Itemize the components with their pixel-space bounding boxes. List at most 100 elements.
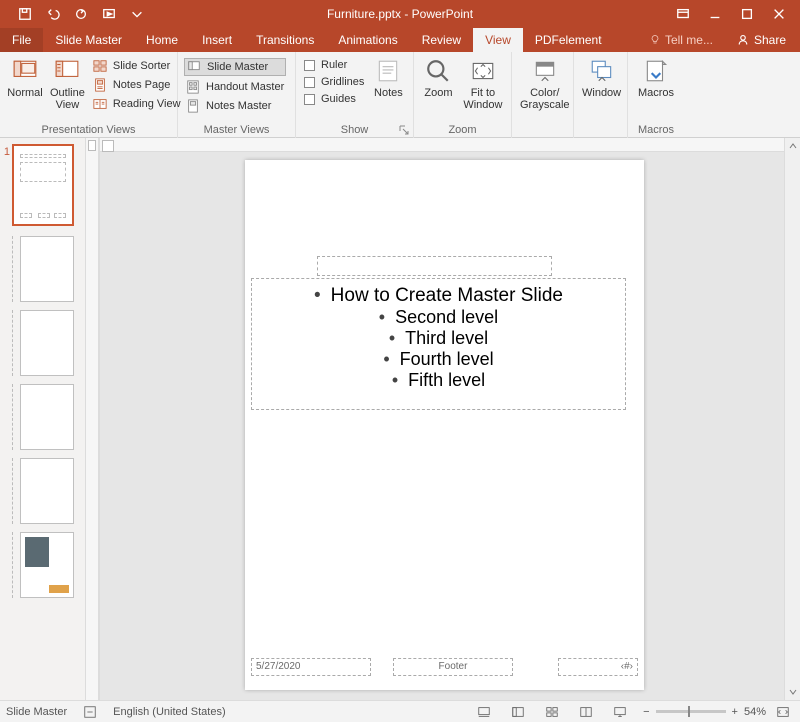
status-bar: Slide Master English (United States) − +… <box>0 700 800 722</box>
share-button[interactable]: Share <box>725 28 800 52</box>
ribbon-options-icon[interactable] <box>676 7 690 21</box>
slide-master-label: Slide Master <box>207 61 268 73</box>
tab-home[interactable]: Home <box>134 28 190 52</box>
tell-me[interactable]: Tell me... <box>637 28 725 52</box>
notes-master-button[interactable]: Notes Master <box>184 98 286 114</box>
tab-file[interactable]: File <box>0 28 43 52</box>
gridlines-checkbox[interactable] <box>304 77 315 88</box>
notes-page-label: Notes Page <box>113 79 170 91</box>
color-grayscale-button[interactable]: Color/ Grayscale <box>518 56 572 113</box>
group-macros: Macros Macros <box>628 52 684 138</box>
tab-review[interactable]: Review <box>410 28 473 52</box>
tab-slide-master[interactable]: Slide Master <box>43 28 134 52</box>
qat-customize-icon[interactable] <box>130 7 144 21</box>
gridlines-label: Gridlines <box>321 76 364 88</box>
zoom-control: − + 54% <box>643 704 794 720</box>
slide-number-placeholder[interactable]: ‹#› <box>558 658 638 676</box>
guides-toggle[interactable]: Guides <box>302 92 366 106</box>
layout-thumbnail-4[interactable] <box>20 458 81 524</box>
guides-checkbox[interactable] <box>304 94 315 105</box>
zoom-button[interactable]: Zoom <box>420 56 457 101</box>
show-dialog-launcher-icon[interactable] <box>399 125 409 135</box>
save-icon[interactable] <box>18 7 32 21</box>
undo-icon[interactable] <box>46 7 60 21</box>
handout-master-button[interactable]: Handout Master <box>184 79 286 95</box>
window-button[interactable]: Window <box>580 56 623 101</box>
minimize-icon[interactable] <box>708 7 722 21</box>
slide-master-button[interactable]: Slide Master <box>184 58 286 76</box>
zoom-out-icon[interactable]: − <box>643 706 649 718</box>
group-zoom: Zoom Fit to Window Zoom <box>414 52 512 138</box>
workspace: 1 <box>0 138 800 700</box>
thumbnail-pane: 1 <box>0 138 100 700</box>
notes-page-button[interactable]: Notes Page <box>91 77 183 93</box>
normal-view-status-icon[interactable] <box>507 704 529 720</box>
footer-placeholder[interactable]: Footer <box>393 658 513 676</box>
reading-view-status-icon[interactable] <box>575 704 597 720</box>
master-thumbnail[interactable]: 1 <box>2 144 81 226</box>
tab-view[interactable]: View <box>473 28 523 52</box>
vertical-scrollbar[interactable] <box>784 138 800 700</box>
color-label: Color/ Grayscale <box>520 87 570 111</box>
scroll-down-icon[interactable] <box>785 684 800 700</box>
quick-access-toolbar <box>0 0 144 28</box>
ruler-toggle[interactable]: Ruler <box>302 58 366 72</box>
master-index: 1 <box>2 144 10 158</box>
zoom-in-icon[interactable]: + <box>732 706 738 718</box>
slide-master-preview[interactable]: How to Create Master Slide Second level … <box>245 160 644 690</box>
fit-label: Fit to Window <box>463 87 503 111</box>
layout-thumbnail-1[interactable] <box>20 236 81 302</box>
ruler-checkbox[interactable] <box>304 60 315 71</box>
layout-thumbnail-3[interactable] <box>20 384 81 450</box>
group-color-grayscale: Color/ Grayscale <box>512 52 574 138</box>
notes-toggle-icon[interactable] <box>473 704 495 720</box>
notes-button[interactable]: Notes <box>370 56 406 101</box>
handout-master-label: Handout Master <box>206 81 284 93</box>
zoom-slider[interactable] <box>656 710 726 713</box>
status-view-label: Slide Master <box>6 706 67 718</box>
macros-bigbtn-label: Macros <box>638 87 674 99</box>
start-from-beginning-icon[interactable] <box>102 7 116 21</box>
reading-view-button[interactable]: Reading View <box>91 96 183 112</box>
macros-button[interactable]: Macros <box>634 56 678 101</box>
spellcheck-icon[interactable] <box>79 704 101 720</box>
fit-to-window-status-icon[interactable] <box>772 704 794 720</box>
group-show: Ruler Gridlines Guides Notes Show <box>296 52 414 138</box>
title-placeholder[interactable] <box>317 256 552 276</box>
zoom-percent[interactable]: 54% <box>744 706 766 718</box>
tab-transitions[interactable]: Transitions <box>244 28 326 52</box>
normal-view-button[interactable]: Normal <box>6 56 44 101</box>
gridlines-toggle[interactable]: Gridlines <box>302 75 366 89</box>
redo-icon[interactable] <box>74 7 88 21</box>
thumbnail-pane-ruler <box>85 138 99 700</box>
slide-canvas: How to Create Master Slide Second level … <box>100 138 800 700</box>
zoom-label: Zoom <box>424 87 452 99</box>
status-language[interactable]: English (United States) <box>113 706 226 718</box>
title-bar: Furniture.pptx - PowerPoint <box>0 0 800 28</box>
tab-pdfelement[interactable]: PDFelement <box>523 28 614 52</box>
close-icon[interactable] <box>772 7 786 21</box>
group-master-views: Slide Master Handout Master Notes Master… <box>178 52 296 138</box>
slide-show-status-icon[interactable] <box>609 704 631 720</box>
body-level-4: Fourth level <box>260 349 617 370</box>
date-placeholder[interactable]: 5/27/2020 <box>251 658 371 676</box>
layout-thumbnail-5[interactable] <box>20 532 81 598</box>
outline-view-button[interactable]: Outline View <box>48 56 87 113</box>
tab-insert[interactable]: Insert <box>190 28 244 52</box>
maximize-icon[interactable] <box>740 7 754 21</box>
slide-sorter-status-icon[interactable] <box>541 704 563 720</box>
slide-sorter-label: Slide Sorter <box>113 60 170 72</box>
ribbon-tabs: File Slide Master Home Insert Transition… <box>0 28 800 52</box>
notes-label: Notes <box>374 87 403 99</box>
layout-thumbnail-2[interactable] <box>20 310 81 376</box>
scroll-up-icon[interactable] <box>785 138 800 154</box>
share-label: Share <box>754 33 786 47</box>
fit-to-window-button[interactable]: Fit to Window <box>461 56 505 113</box>
master-views-group-label: Master Views <box>184 124 289 138</box>
body-level-2: Second level <box>260 307 617 328</box>
body-placeholder[interactable]: How to Create Master Slide Second level … <box>251 278 626 410</box>
slide-sorter-button[interactable]: Slide Sorter <box>91 58 183 74</box>
presentation-views-group-label: Presentation Views <box>6 124 171 138</box>
tell-me-label: Tell me... <box>665 33 713 47</box>
tab-animations[interactable]: Animations <box>326 28 409 52</box>
